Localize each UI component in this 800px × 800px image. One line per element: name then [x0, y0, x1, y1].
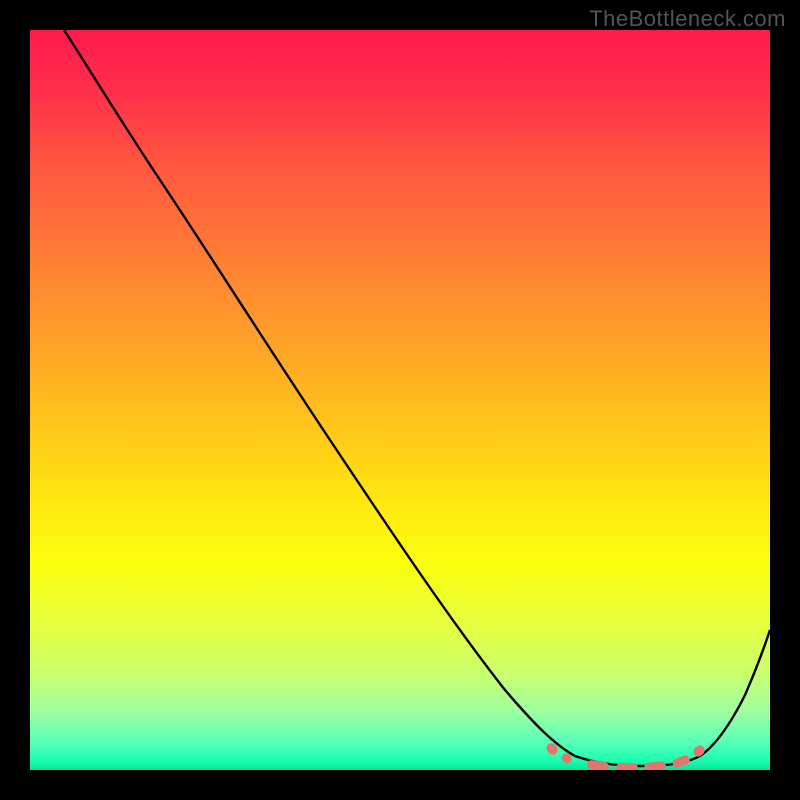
optimum-markers [544, 741, 706, 770]
bottleneck-curve [30, 30, 770, 770]
curve-path [64, 30, 770, 766]
chart-area [30, 30, 770, 770]
watermark-text: TheBottleneck.com [589, 6, 786, 32]
